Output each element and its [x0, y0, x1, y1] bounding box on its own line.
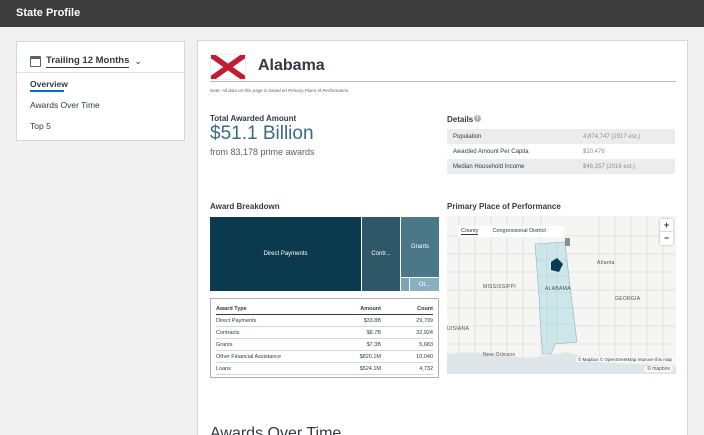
- awards-over-time-heading: Awards Over Time: [210, 425, 342, 435]
- table-row: Loans $524.1M 4,732: [216, 363, 433, 375]
- treemap-cell-contracts[interactable]: Contr...: [362, 217, 400, 291]
- details-label: Median Household Income: [453, 163, 525, 170]
- info-icon[interactable]: i: [474, 115, 481, 122]
- award-type-cell: Direct Payments: [216, 317, 257, 324]
- award-type-cell: Grants: [216, 341, 233, 348]
- column-header: Count: [417, 305, 433, 312]
- top-bar: State Profile: [0, 0, 704, 27]
- calendar-icon: [30, 55, 41, 67]
- map-label-mississippi: MISSISSIPPI: [483, 284, 517, 290]
- count-cell: 32,924: [416, 329, 433, 336]
- details-label: Population: [453, 133, 482, 140]
- data-note: Note: All data on this page is based on …: [210, 88, 350, 93]
- mapbox-logo: © mapbox: [644, 366, 673, 372]
- total-awarded-amount: $51.1 Billion: [210, 123, 314, 144]
- map-label-new-orleans: New Orleans: [483, 352, 516, 358]
- details-value: $46,257 (2016 est.): [583, 163, 636, 170]
- details-heading: Details: [447, 115, 474, 124]
- award-type-cell: Loans: [216, 365, 231, 372]
- treemap-cell-grants[interactable]: Grants: [401, 217, 439, 277]
- details-row: Median Household Income $46,257 (2016 es…: [447, 159, 675, 174]
- count-cell: 29,799: [416, 317, 433, 324]
- amount-cell: $524.1M: [359, 365, 381, 372]
- period-dropdown[interactable]: Trailing 12 Months ⌄: [30, 53, 142, 69]
- place-of-performance-heading: Primary Place of Performance: [447, 202, 561, 211]
- tab-county[interactable]: County: [461, 228, 479, 235]
- zoom-out-button[interactable]: −: [660, 232, 673, 245]
- sidebar-item-overview[interactable]: Overview: [30, 79, 68, 89]
- divider: [210, 81, 676, 82]
- map-label-atlanta: Atlanta: [597, 260, 615, 266]
- column-header: Amount: [360, 305, 381, 312]
- award-type-cell: Contracts: [216, 329, 240, 336]
- sidebar-item-awards-over-time[interactable]: Awards Over Time: [30, 100, 100, 110]
- chevron-down-icon: ⌄: [134, 55, 142, 66]
- total-awarded-heading: Total Awarded Amount: [210, 114, 297, 123]
- zoom-in-button[interactable]: +: [660, 219, 673, 232]
- table-row: Direct Payments $33.8B 29,799: [216, 315, 433, 327]
- details-value: $10,476: [583, 148, 605, 155]
- divider: [17, 72, 184, 73]
- treemap-cell-direct-payments[interactable]: Direct Payments: [210, 217, 361, 291]
- table-row: Other Financial Assistance $820.1M 10,04…: [216, 351, 433, 363]
- scrollbar[interactable]: [688, 27, 704, 435]
- period-label: Trailing 12 Months: [46, 54, 130, 68]
- amount-cell: $33.8B: [363, 317, 381, 324]
- table-row: Grants $7.3B 5,683: [216, 339, 433, 351]
- award-breakdown-heading: Award Breakdown: [210, 202, 280, 211]
- tab-congressional-district[interactable]: Congressional District: [492, 228, 546, 235]
- sidebar: Trailing 12 Months ⌄ Overview Awards Ove…: [16, 41, 185, 141]
- award-treemap: Direct Payments Contr... Grants Ot...: [210, 217, 439, 291]
- zoom-controls: + −: [660, 219, 673, 245]
- map-canvas: [447, 216, 676, 374]
- page-title: State Profile: [16, 7, 81, 19]
- details-table: Population 4,874,747 (2017 est.) Awarded…: [447, 129, 675, 174]
- map-attribution[interactable]: © Mapbox © OpenStreetMap Improve this ma…: [576, 357, 674, 362]
- details-row: Awarded Amount Per Capita $10,476: [447, 144, 675, 159]
- state-flag: [210, 54, 246, 80]
- state-name: Alabama: [258, 57, 325, 74]
- column-header: Award Type: [216, 305, 247, 312]
- active-indicator: [30, 90, 64, 92]
- map-label-georgia: GEORGIA: [615, 296, 641, 302]
- amount-cell: $8.7B: [366, 329, 381, 336]
- details-row: Population 4,874,747 (2017 est.): [447, 129, 675, 144]
- sidebar-item-top-5[interactable]: Top 5: [30, 121, 51, 131]
- details-label: Awarded Amount Per Capita: [453, 148, 529, 155]
- count-cell: 4,732: [419, 365, 433, 372]
- count-cell: 10,040: [416, 353, 433, 360]
- table-row: Contracts $8.7B 32,924: [216, 327, 433, 339]
- prime-awards-count: from 83,178 prime awards: [210, 147, 315, 157]
- main-content: Alabama Note: All data on this page is b…: [197, 40, 688, 435]
- award-breakdown-table: Award Type Amount Count Direct Payments …: [210, 298, 439, 378]
- map-label-alabama: ALABAMA: [545, 286, 571, 292]
- amount-cell: $7.3B: [366, 341, 381, 348]
- amount-cell: $820.1M: [359, 353, 381, 360]
- details-value: 4,874,747 (2017 est.): [583, 133, 641, 140]
- award-type-cell: Other Financial Assistance: [216, 353, 282, 360]
- map-tabs: County Congressional District: [457, 226, 564, 237]
- performance-map[interactable]: County Congressional District + − MISSIS…: [447, 216, 676, 374]
- table-header: Award Type Amount Count: [216, 303, 433, 315]
- map-label-louisiana: UISIANA: [447, 326, 470, 332]
- count-cell: 5,683: [419, 341, 433, 348]
- treemap-cell-other[interactable]: Ot...: [410, 278, 439, 291]
- treemap-cell-loans[interactable]: [401, 278, 409, 291]
